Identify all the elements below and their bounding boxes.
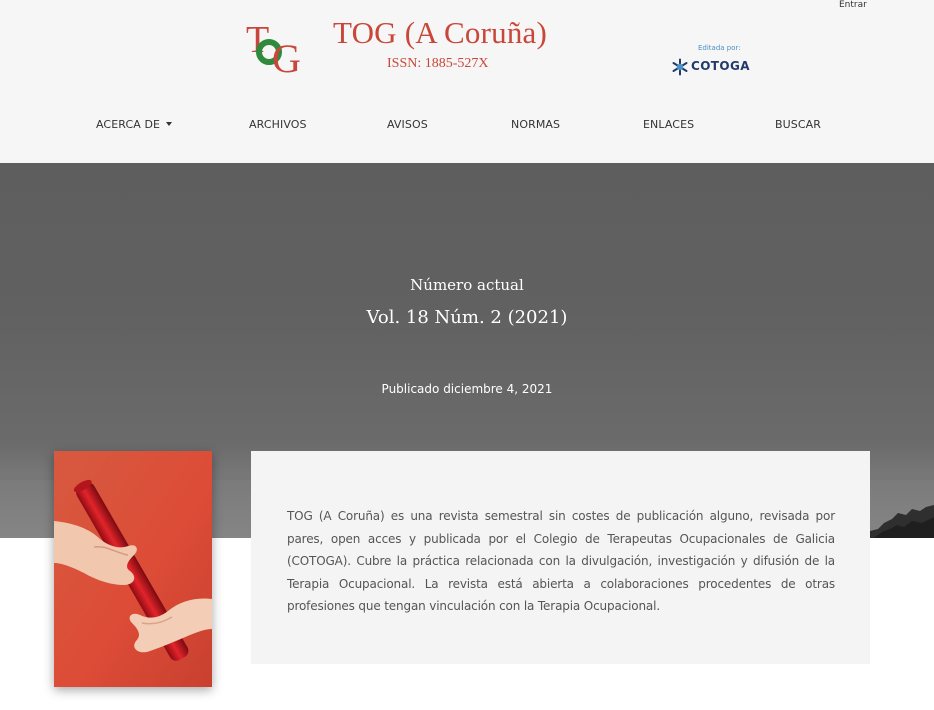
nav-item-normas[interactable]: NORMAS (511, 118, 560, 131)
main-nav: ACERCA DE ARCHIVOS AVISOS NORMAS ENLACES… (0, 118, 934, 140)
site-header: Entrar T G TOG (A Coruña) ISSN: 1885-527… (0, 0, 934, 163)
login-link[interactable]: Entrar (839, 0, 867, 10)
tog-monogram-logo[interactable]: T G (244, 16, 308, 76)
caret-down-icon (166, 122, 173, 126)
issn: ISSN: 1885-527X (387, 56, 489, 71)
current-issue-heading: Número actual (410, 276, 524, 294)
nav-item-enlaces[interactable]: ENLACES (643, 118, 694, 131)
publisher-logo[interactable]: Editada por: COTOGA (668, 44, 750, 80)
published-date: Publicado diciembre 4, 2021 (381, 382, 553, 396)
nav-item-label: ACERCA DE (96, 118, 161, 131)
hero-rocks (864, 505, 934, 538)
issue-cover-image[interactable] (54, 451, 212, 687)
publisher-name: COTOGA (691, 59, 750, 73)
svg-text:G: G (272, 36, 301, 76)
journal-description: TOG (A Coruña) es una revista semestral … (287, 509, 835, 613)
nav-item-acerca-de[interactable]: ACERCA DE (96, 118, 173, 131)
issue-title[interactable]: Vol. 18 Núm. 2 (2021) (0, 307, 934, 328)
publisher-label: Editada por: (698, 44, 741, 52)
snowflake-logo-icon (672, 58, 688, 76)
journal-description-box: TOG (A Coruña) es una revista semestral … (251, 451, 870, 664)
nav-item-archivos[interactable]: ARCHIVOS (249, 118, 307, 131)
nav-item-avisos[interactable]: AVISOS (387, 118, 428, 131)
site-title[interactable]: TOG (A Coruña) (333, 15, 547, 51)
cover-illustration (54, 451, 212, 687)
nav-item-buscar[interactable]: BUSCAR (775, 118, 821, 131)
